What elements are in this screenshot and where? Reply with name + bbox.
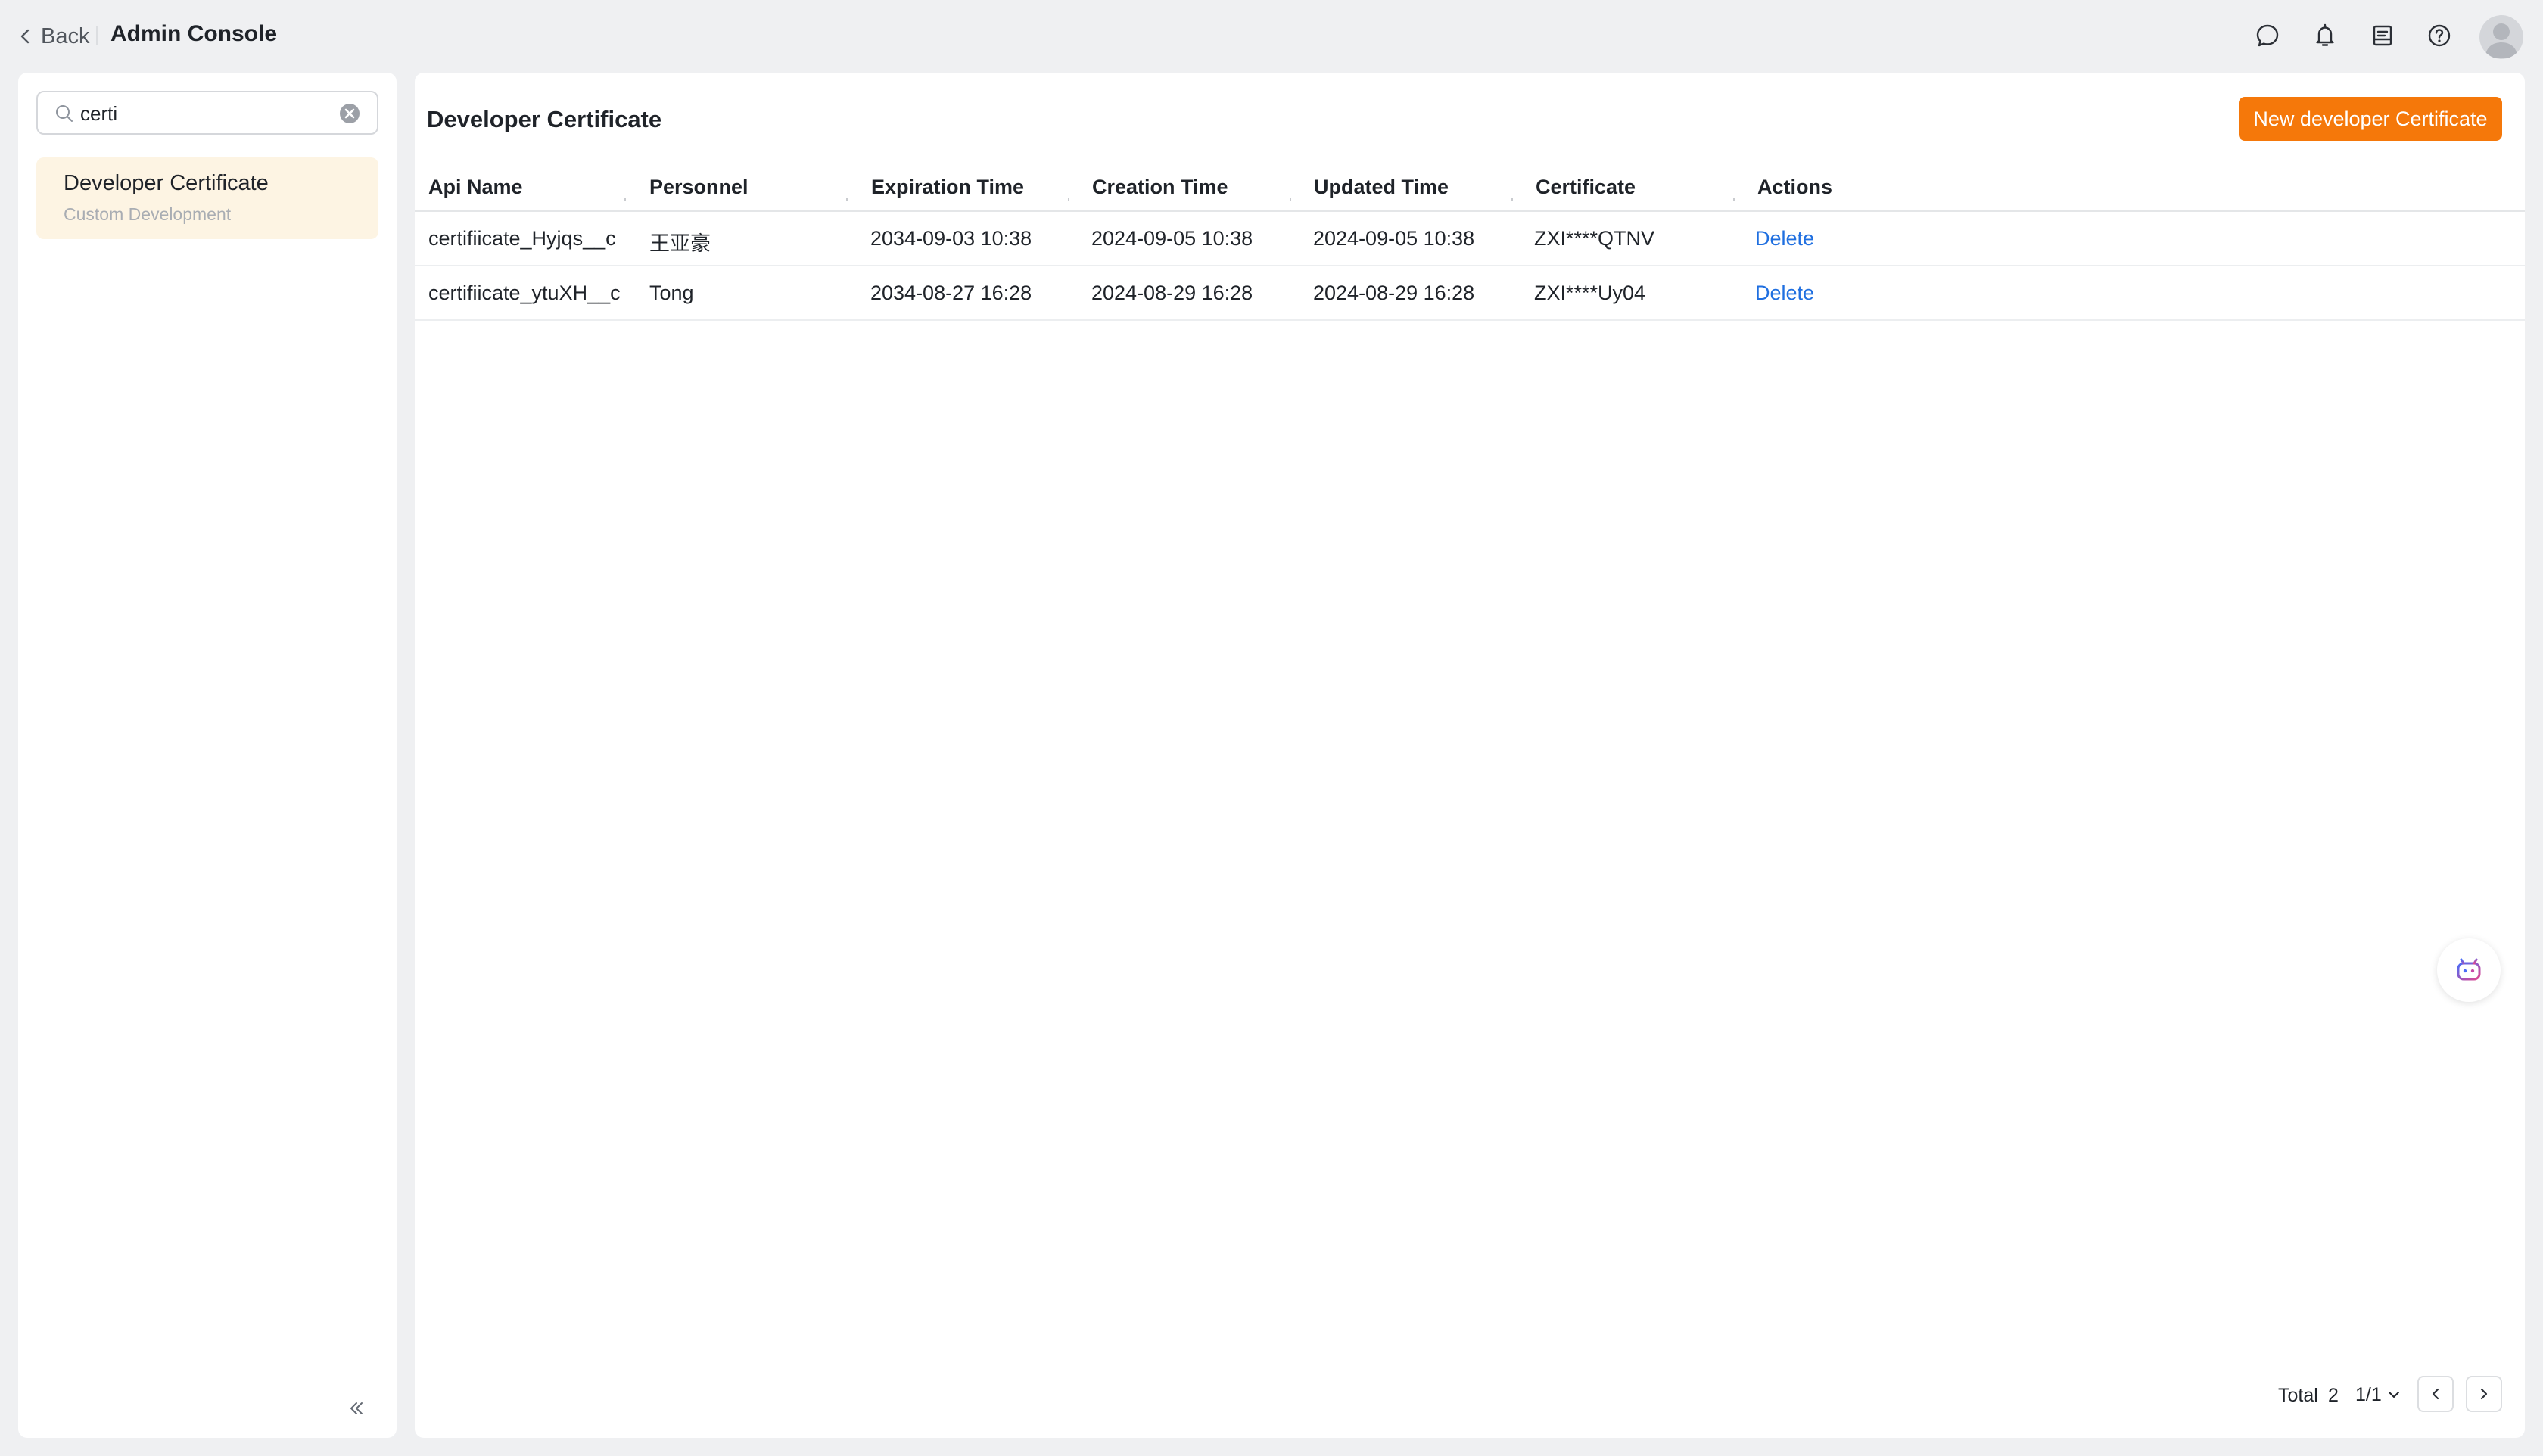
cell-expiration-time: 2034-09-03 10:38: [870, 227, 1032, 250]
app-title: Admin Console: [110, 21, 278, 46]
clear-icon[interactable]: [338, 101, 362, 126]
cell-certificate: ZXI****QTNV: [1534, 227, 1655, 250]
column-resize-handle[interactable]: [1065, 191, 1072, 209]
cell-personnel: 王亚豪: [649, 232, 711, 255]
column-resize-handle[interactable]: [843, 191, 851, 209]
total-count: 2: [2328, 1385, 2339, 1406]
search-input[interactable]: [80, 98, 322, 129]
chevron-left-icon: [20, 29, 30, 44]
chevron-down-icon: [2388, 1392, 2399, 1398]
page-title: Developer Certificate: [427, 106, 662, 132]
cell-personnel: Tong: [649, 282, 694, 304]
sidebar-item-subtitle: Custom Development: [64, 204, 232, 224]
collapse-sidebar-icon[interactable]: [345, 1397, 368, 1420]
cell-api-name: certifiicate_ytuXH__c: [428, 282, 621, 304]
cell-updated-time: 2024-09-05 10:38: [1313, 227, 1475, 250]
chevron-left-icon: [2432, 1388, 2439, 1400]
robot-icon: [2457, 958, 2481, 981]
column-header-certificate[interactable]: Certificate: [1536, 176, 1636, 199]
sidebar-item-title: Developer Certificate: [64, 171, 269, 195]
cell-certificate: ZXI****Uy04: [1534, 282, 1646, 304]
sidebar-item-developer-certificate[interactable]: Developer Certificate Custom Development: [36, 157, 378, 239]
help-icon[interactable]: [2426, 23, 2452, 48]
cell-expiration-time: 2034-08-27 16:28: [870, 282, 1032, 304]
column-resize-handle[interactable]: [1287, 191, 1294, 209]
certificate-table: Api Name Personnel Expiration Time Creat…: [415, 163, 2525, 321]
chevron-right-icon: [2480, 1388, 2488, 1400]
avatar[interactable]: [2479, 15, 2523, 59]
delete-link[interactable]: Delete: [1755, 282, 1814, 305]
search-icon: [56, 105, 73, 122]
inbox-icon[interactable]: [2370, 23, 2395, 48]
delete-link[interactable]: Delete: [1755, 227, 1814, 250]
chat-icon[interactable]: [2255, 23, 2280, 48]
pagination: Total 2 1/1: [415, 1376, 2525, 1414]
column-header-api-name[interactable]: Api Name: [428, 176, 523, 199]
page-select[interactable]: 1/1: [2355, 1382, 2401, 1408]
column-header-expiration-time[interactable]: Expiration Time: [871, 176, 1024, 199]
page-indicator: 1/1: [2355, 1383, 2382, 1405]
bell-icon[interactable]: [2312, 23, 2338, 48]
column-header-creation-time[interactable]: Creation Time: [1092, 176, 1228, 199]
table-header: Api Name Personnel Expiration Time Creat…: [415, 163, 2525, 212]
back-button[interactable]: Back: [17, 21, 89, 51]
divider: [96, 26, 98, 45]
column-header-actions: Actions: [1757, 176, 1833, 198]
main-panel: Developer Certificate New developer Cert…: [415, 73, 2525, 1438]
next-page-button[interactable]: [2466, 1376, 2502, 1412]
back-label: Back: [41, 23, 90, 48]
column-header-personnel[interactable]: Personnel: [649, 176, 749, 199]
prev-page-button[interactable]: [2417, 1376, 2454, 1412]
new-certificate-button[interactable]: New developer Certificate: [2239, 97, 2502, 141]
cell-updated-time: 2024-08-29 16:28: [1313, 282, 1475, 304]
search-box: [36, 91, 378, 135]
column-resize-handle[interactable]: [1508, 191, 1516, 209]
column-resize-handle[interactable]: [621, 191, 629, 209]
sidebar: Developer Certificate Custom Development: [18, 73, 397, 1438]
column-resize-handle[interactable]: [1730, 191, 1738, 209]
cell-creation-time: 2024-08-29 16:28: [1091, 282, 1253, 304]
cell-creation-time: 2024-09-05 10:38: [1091, 227, 1253, 250]
table-row: certifiicate_ytuXH__c Tong 2034-08-27 16…: [415, 266, 2525, 321]
cell-api-name: certifiicate_Hyjqs__c: [428, 227, 616, 250]
table-row: certifiicate_Hyjqs__c 王亚豪 2034-09-03 10:…: [415, 212, 2525, 266]
total-label: Total: [2278, 1385, 2318, 1406]
column-header-updated-time[interactable]: Updated Time: [1314, 176, 1449, 199]
assistant-bot-button[interactable]: [2437, 938, 2501, 1002]
top-bar: Back Admin Console: [0, 0, 2543, 71]
